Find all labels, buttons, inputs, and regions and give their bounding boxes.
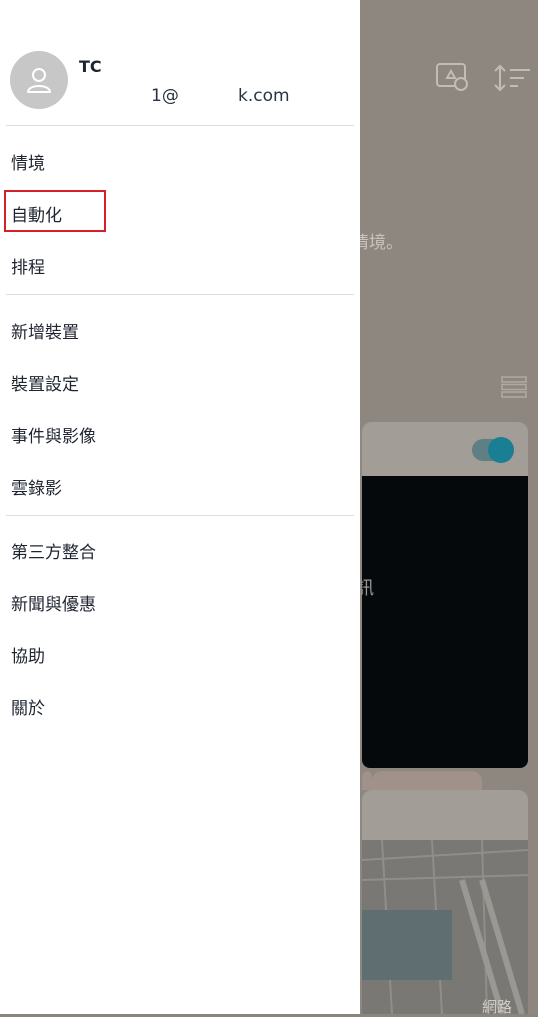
list-view-icon (501, 376, 527, 402)
user-email-part: k.com (238, 86, 290, 106)
menu-item-device-settings[interactable]: 裝置設定 (0, 360, 360, 404)
navigation-drawer: TC 1@ k.com 情境 自動化 排程 新增裝置 裝置設定 事件與影像 雲錄… (0, 0, 360, 1014)
highlight-box (4, 190, 106, 232)
menu-item-events-and-images[interactable]: 事件與影像 (0, 412, 360, 456)
background-camera-snapshot (362, 840, 528, 1014)
user-email-part: 1@ (151, 86, 179, 106)
background-toggle-knob (488, 437, 514, 463)
menu-item-about[interactable]: 關於 (0, 684, 360, 728)
message-camera-icon (435, 62, 471, 96)
user-name: TC (79, 57, 102, 76)
menu-item-cloud-recording[interactable]: 雲錄影 (0, 464, 360, 508)
divider (6, 515, 354, 516)
sort-icon (492, 64, 532, 96)
background-chip (372, 771, 482, 790)
background-camera-preview (362, 476, 528, 768)
user-icon (27, 68, 51, 93)
menu-item-schedule[interactable]: 排程 (0, 243, 360, 287)
menu-item-scenes[interactable]: 情境 (0, 139, 360, 183)
divider (6, 125, 354, 126)
menu-item-news-and-offers[interactable]: 新聞與優惠 (0, 580, 360, 624)
menu-item-add-device[interactable]: 新增裝置 (0, 308, 360, 352)
user-email: 1@ k.com (79, 86, 290, 108)
menu-item-help[interactable]: 協助 (0, 632, 360, 676)
background-chip (362, 771, 372, 790)
avatar[interactable] (10, 51, 68, 109)
background-camera-card2-header (362, 790, 528, 840)
divider (6, 294, 354, 295)
menu-item-third-party-integration[interactable]: 第三方整合 (0, 528, 360, 572)
